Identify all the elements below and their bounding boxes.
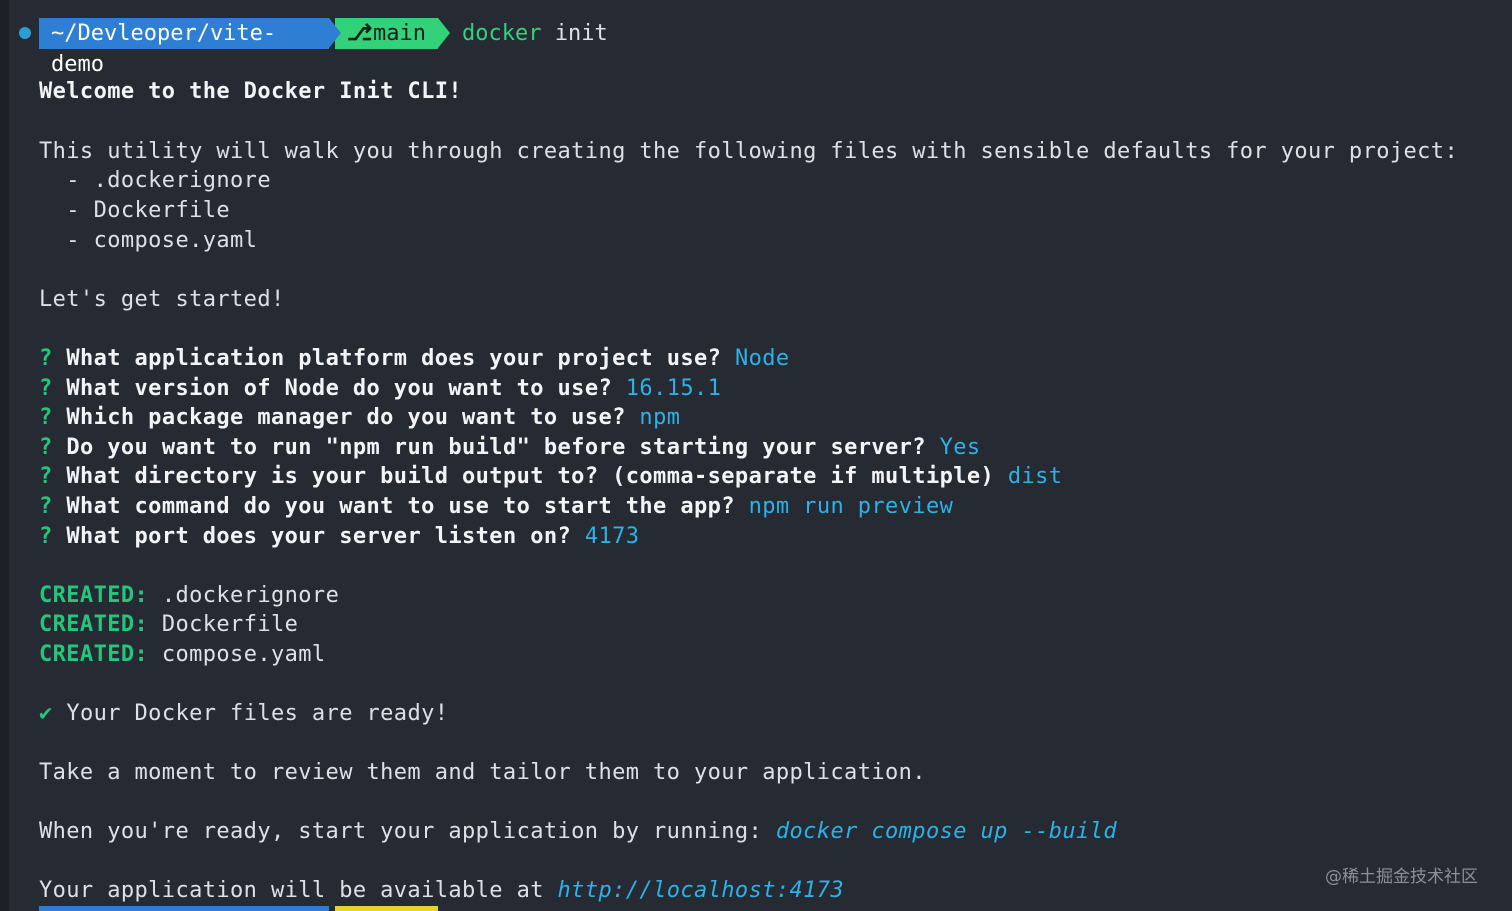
answer-text: 16.15.1 — [625, 376, 722, 401]
review-text: Take a moment to review them and tailor … — [39, 760, 926, 785]
watermark: @稀土掘金技术社区 — [1325, 867, 1478, 887]
created-label: CREATED: — [39, 642, 149, 667]
answer-text: 4173 — [584, 524, 640, 549]
next-prompt-branch — [335, 906, 438, 911]
created-label: CREATED: — [39, 583, 149, 608]
question-mark: ? — [39, 494, 53, 519]
question-line: ? What directory is your build output to… — [39, 462, 1062, 492]
created-line: CREATED: compose.yaml — [39, 640, 326, 670]
question-mark: ? — [39, 346, 53, 371]
answer-text: npm — [639, 405, 681, 430]
status-dot-icon — [19, 27, 31, 39]
command-name: docker — [462, 21, 542, 46]
run-command[interactable]: docker compose up --build — [776, 819, 1117, 844]
ready-text: Your Docker files are ready! — [66, 701, 449, 726]
app-url-link[interactable]: http://localhost:4173 — [558, 878, 845, 903]
created-file: Dockerfile — [161, 612, 299, 637]
run-line: When you're ready, start your applicatio… — [39, 817, 1117, 847]
command-args: init — [554, 21, 608, 46]
ready-line: ✔ Your Docker files are ready! — [39, 699, 448, 729]
available-line: Your application will be available at ht… — [39, 876, 844, 906]
question-line: ? Do you want to run "npm run build" bef… — [39, 433, 981, 463]
answer-text: Node — [734, 346, 790, 371]
question-mark: ? — [39, 524, 53, 549]
answer-text: Yes — [939, 435, 981, 460]
file-list-item: - Dockerfile — [39, 198, 231, 223]
question-text: What version of Node do you want to use? — [66, 376, 613, 401]
question-line: ? What command do you want to use to sta… — [39, 492, 953, 522]
created-line: CREATED: .dockerignore — [39, 581, 339, 611]
question-mark: ? — [39, 435, 53, 460]
question-line: ? What application platform does your pr… — [39, 344, 790, 374]
typed-command: docker init — [462, 18, 608, 49]
file-list-item: - .dockerignore — [39, 168, 271, 193]
intro-text: This utility will walk you through creat… — [39, 139, 1459, 164]
question-text: What command do you want to use to start… — [66, 494, 735, 519]
lets-start-text: Let's get started! — [39, 287, 285, 312]
question-text: Which package manager do you want to use… — [66, 405, 626, 430]
question-mark: ? — [39, 405, 53, 430]
answer-text: npm run preview — [748, 494, 954, 519]
question-line: ? What port does your server listen on? … — [39, 522, 639, 552]
question-mark: ? — [39, 464, 53, 489]
terminal-window[interactable]: ~/Devleoper/vite-demo main ⎇ docker init… — [0, 0, 1512, 911]
created-file: .dockerignore — [161, 583, 340, 608]
question-text: What directory is your build output to? … — [66, 464, 995, 489]
next-prompt-path — [39, 906, 329, 911]
file-list-item: - compose.yaml — [39, 228, 258, 253]
created-line: CREATED: Dockerfile — [39, 610, 298, 640]
question-text: What port does your server listen on? — [66, 524, 572, 549]
welcome-heading: Welcome to the Docker Init CLI! — [39, 79, 462, 104]
run-prefix: When you're ready, start your applicatio… — [39, 819, 763, 844]
question-mark: ? — [39, 376, 53, 401]
created-file: compose.yaml — [161, 642, 326, 667]
answer-text: dist — [1007, 464, 1063, 489]
prompt-line: ~/Devleoper/vite-demo main ⎇ docker init — [0, 17, 760, 77]
powerline-arrow-icon — [438, 18, 450, 48]
checkmark-icon: ✔ — [39, 701, 53, 726]
available-prefix: Your application will be available at — [39, 878, 544, 903]
powerline-arrow-icon — [329, 18, 341, 48]
created-label: CREATED: — [39, 612, 149, 637]
question-line: ? Which package manager do you want to u… — [39, 403, 680, 433]
prompt-path: ~/Devleoper/vite-demo — [39, 18, 329, 77]
question-text: What application platform does your proj… — [66, 346, 722, 371]
question-text: Do you want to run "npm run build" befor… — [66, 435, 926, 460]
git-branch-icon: ⎇ — [347, 21, 373, 46]
question-line: ? What version of Node do you want to us… — [39, 374, 721, 404]
